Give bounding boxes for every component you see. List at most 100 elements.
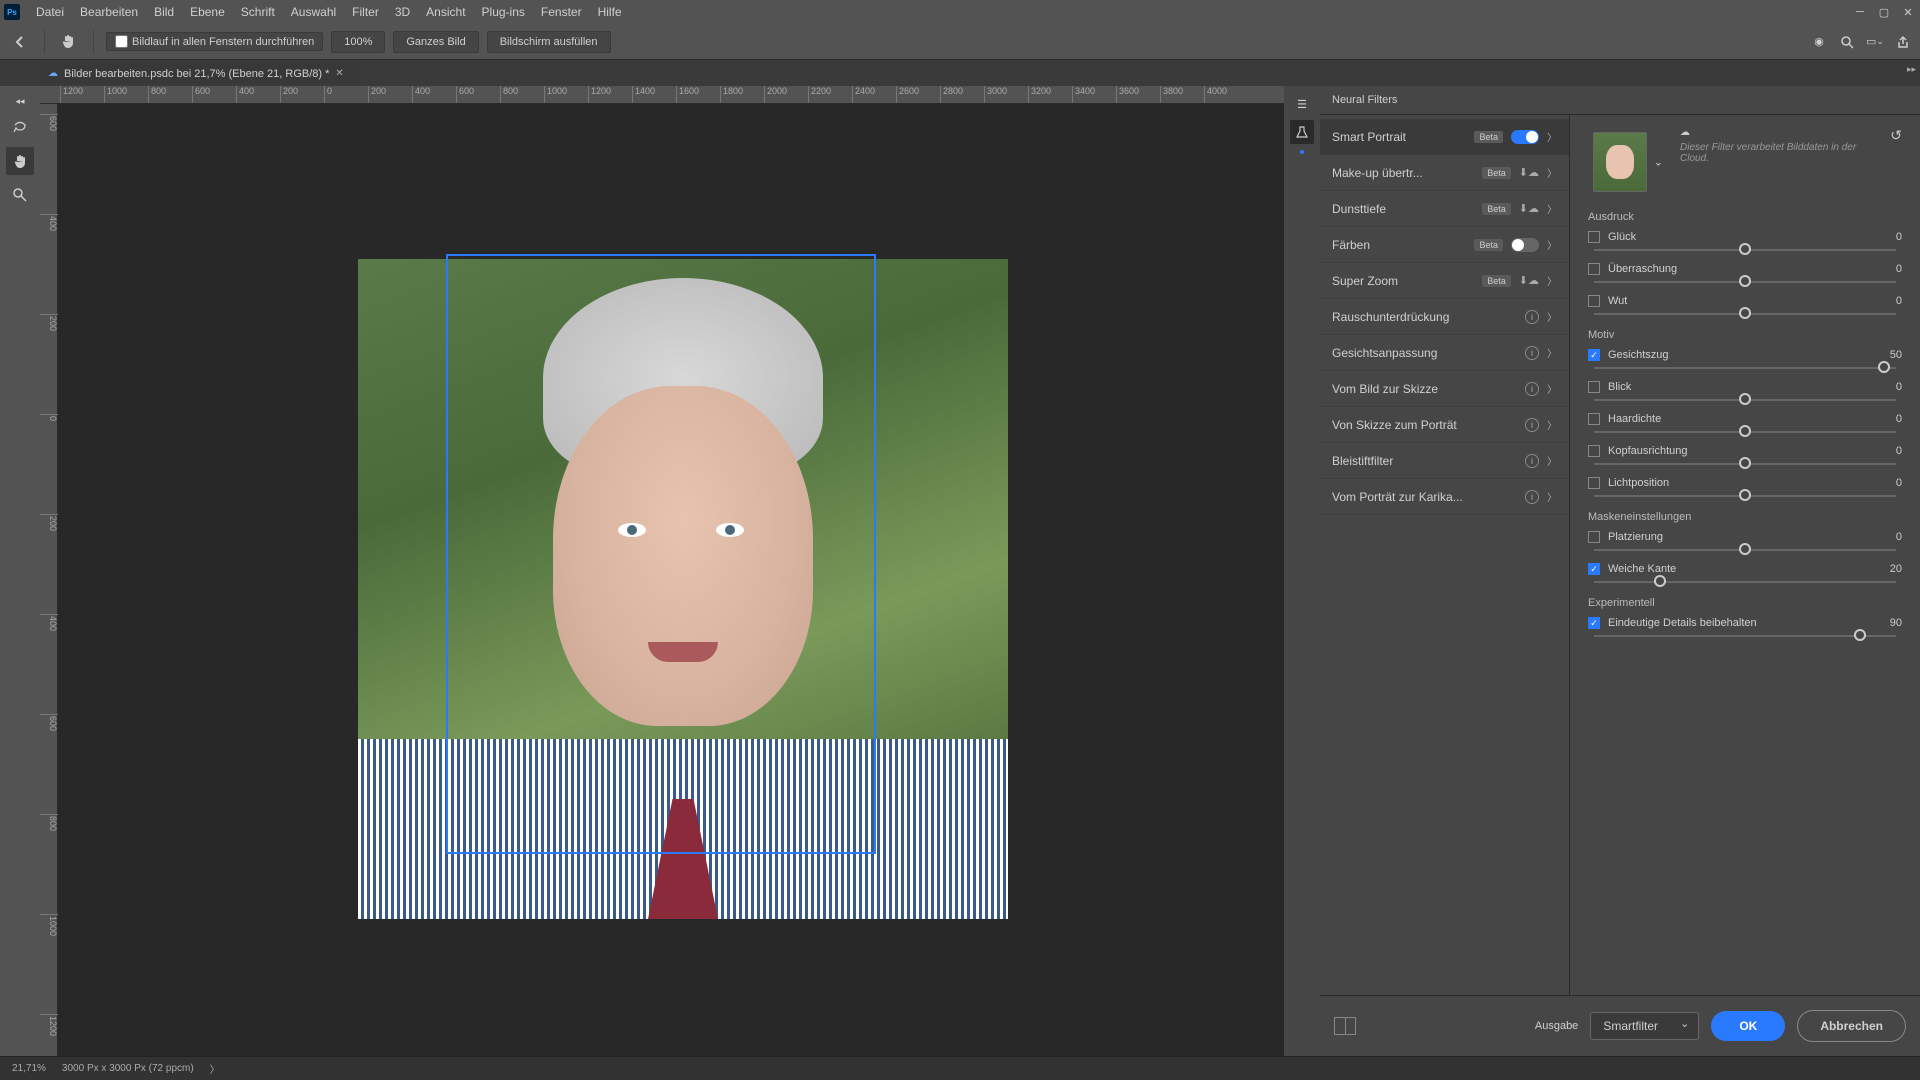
slider-thumb[interactable] — [1739, 457, 1751, 469]
canvas[interactable] — [58, 104, 1284, 1056]
filter-toggle[interactable] — [1511, 130, 1539, 144]
lasso-tool-icon[interactable] — [6, 113, 34, 141]
output-select[interactable]: Smartfilter — [1590, 1012, 1699, 1040]
slider-checkbox[interactable] — [1588, 531, 1600, 543]
download-icon[interactable]: ⬇☁ — [1519, 274, 1539, 287]
slider-track[interactable] — [1594, 399, 1896, 401]
slider-thumb[interactable] — [1878, 361, 1890, 373]
slider-checkbox[interactable] — [1588, 381, 1600, 393]
slider-checkbox[interactable] — [1588, 231, 1600, 243]
before-after-toggle-icon[interactable] — [1334, 1017, 1356, 1035]
reset-icon[interactable]: ↺ — [1890, 127, 1902, 144]
zoom-100-button[interactable]: 100% — [331, 31, 385, 53]
menu-filter[interactable]: Filter — [344, 5, 387, 19]
slider-thumb[interactable] — [1739, 307, 1751, 319]
minimize-icon[interactable]: ─ — [1852, 4, 1868, 20]
filter-item[interactable]: FärbenBeta〉 — [1320, 227, 1569, 263]
info-icon[interactable]: i — [1525, 310, 1539, 324]
slider-track[interactable] — [1594, 635, 1896, 637]
slider-checkbox[interactable] — [1588, 349, 1600, 361]
status-zoom[interactable]: 21,71% — [12, 1063, 46, 1074]
filter-item[interactable]: Smart PortraitBeta〉 — [1320, 119, 1569, 155]
info-icon[interactable]: i — [1525, 346, 1539, 360]
slider-track[interactable] — [1594, 463, 1896, 465]
slider-checkbox[interactable] — [1588, 477, 1600, 489]
status-chevron-icon[interactable]: 〉 — [210, 1061, 220, 1076]
filter-item[interactable]: DunsttiefeBeta⬇☁〉 — [1320, 191, 1569, 227]
download-icon[interactable]: ⬇☁ — [1519, 202, 1539, 215]
slider-thumb[interactable] — [1654, 575, 1666, 587]
menu-3d[interactable]: 3D — [387, 5, 418, 19]
slider-track[interactable] — [1594, 495, 1896, 497]
info-icon[interactable]: i — [1525, 382, 1539, 396]
menu-ansicht[interactable]: Ansicht — [418, 5, 473, 19]
face-dropdown-icon[interactable]: ⌄ — [1654, 156, 1663, 169]
close-icon[interactable]: ✕ — [1900, 4, 1916, 20]
tab-close-icon[interactable]: ✕ — [335, 68, 343, 79]
download-icon[interactable]: ⬇☁ — [1519, 166, 1539, 179]
info-icon[interactable]: i — [1525, 490, 1539, 504]
filter-item[interactable]: Vom Bild zur Skizzei〉 — [1320, 371, 1569, 407]
filter-item[interactable]: Vom Porträt zur Karika...i〉 — [1320, 479, 1569, 515]
info-icon[interactable]: i — [1525, 454, 1539, 468]
slider-track[interactable] — [1594, 367, 1896, 369]
menu-auswahl[interactable]: Auswahl — [283, 5, 344, 19]
face-thumbnail[interactable]: ⌄ — [1588, 127, 1668, 197]
document-tab[interactable]: ☁ Bilder bearbeiten.psdc bei 21,7% (Eben… — [40, 63, 360, 84]
slider-checkbox[interactable] — [1588, 617, 1600, 629]
filter-item[interactable]: Rauschunterdrückungi〉 — [1320, 299, 1569, 335]
filter-item[interactable]: Make-up übertr...Beta⬇☁〉 — [1320, 155, 1569, 191]
back-home-icon[interactable] — [8, 30, 32, 54]
fill-screen-button[interactable]: Bildschirm ausfüllen — [487, 31, 611, 53]
slider-track[interactable] — [1594, 249, 1896, 251]
search-icon[interactable] — [1838, 33, 1856, 51]
menu-bearbeiten[interactable]: Bearbeiten — [72, 5, 146, 19]
cloud-status-icon[interactable]: ◉ — [1810, 33, 1828, 51]
slider-track[interactable] — [1594, 549, 1896, 551]
menu-hilfe[interactable]: Hilfe — [590, 5, 630, 19]
menu-plug-ins[interactable]: Plug-ins — [474, 5, 533, 19]
zoom-tool-icon[interactable] — [6, 181, 34, 209]
menu-schrift[interactable]: Schrift — [233, 5, 283, 19]
slider-checkbox[interactable] — [1588, 413, 1600, 425]
slider-thumb[interactable] — [1739, 275, 1751, 287]
slider-thumb[interactable] — [1854, 629, 1866, 641]
slider-track[interactable] — [1594, 581, 1896, 583]
menu-ebene[interactable]: Ebene — [182, 5, 233, 19]
cancel-button[interactable]: Abbrechen — [1797, 1010, 1906, 1042]
slider-track[interactable] — [1594, 431, 1896, 433]
slider-thumb[interactable] — [1739, 543, 1751, 555]
slider-thumb[interactable] — [1739, 243, 1751, 255]
panel-all-filters-icon[interactable]: ☰ — [1290, 92, 1314, 116]
slider-thumb[interactable] — [1739, 489, 1751, 501]
scroll-all-windows-check[interactable]: Bildlauf in allen Fenstern durchführen — [106, 32, 323, 51]
ok-button[interactable]: OK — [1711, 1011, 1785, 1041]
filter-item[interactable]: Bleistiftfilteri〉 — [1320, 443, 1569, 479]
slider-checkbox[interactable] — [1588, 445, 1600, 457]
slider-thumb[interactable] — [1739, 425, 1751, 437]
panel-beta-filters-icon[interactable] — [1290, 120, 1314, 144]
filter-item[interactable]: Super ZoomBeta⬇☁〉 — [1320, 263, 1569, 299]
share-icon[interactable] — [1894, 33, 1912, 51]
info-icon[interactable]: i — [1525, 418, 1539, 432]
scroll-all-checkbox[interactable] — [115, 35, 128, 48]
fit-image-button[interactable]: Ganzes Bild — [393, 31, 478, 53]
workspace-icon[interactable]: ▭⌄ — [1866, 33, 1884, 51]
slider-track[interactable] — [1594, 313, 1896, 315]
slider-checkbox[interactable] — [1588, 295, 1600, 307]
hand-tool-icon[interactable] — [6, 147, 34, 175]
maximize-icon[interactable]: ▢ — [1876, 4, 1892, 20]
filter-toggle[interactable] — [1511, 238, 1539, 252]
menu-datei[interactable]: Datei — [28, 5, 72, 19]
menu-fenster[interactable]: Fenster — [533, 5, 590, 19]
toolbox-collapse-icon[interactable]: ◂◂ — [15, 96, 24, 107]
hand-tool-icon[interactable] — [57, 30, 81, 54]
slider-track[interactable] — [1594, 281, 1896, 283]
slider-checkbox[interactable] — [1588, 563, 1600, 575]
filter-item[interactable]: Von Skizze zum Porträti〉 — [1320, 407, 1569, 443]
panel-collapse-icon[interactable]: ▸▸ — [1907, 64, 1916, 75]
slider-thumb[interactable] — [1739, 393, 1751, 405]
menu-bild[interactable]: Bild — [146, 5, 182, 19]
slider-checkbox[interactable] — [1588, 263, 1600, 275]
filter-item[interactable]: Gesichtsanpassungi〉 — [1320, 335, 1569, 371]
